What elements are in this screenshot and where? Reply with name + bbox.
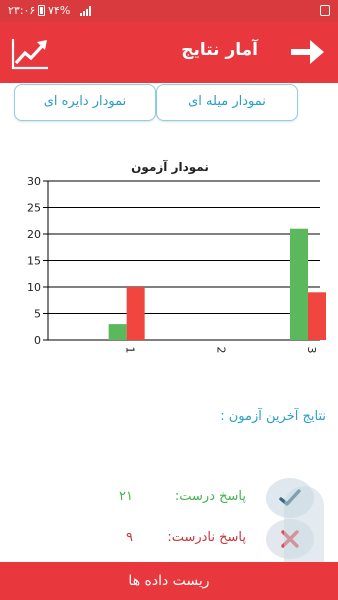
bar-series-1-cat-3 bbox=[290, 228, 308, 340]
tab-bar-chart[interactable]: نمودار میله ای bbox=[156, 84, 298, 121]
wrong-value: ۹ bbox=[126, 530, 133, 545]
y-tick-label: 25 bbox=[27, 202, 41, 215]
page-title: آمار نتایج bbox=[181, 40, 258, 60]
app-bar: آمار نتایج bbox=[0, 22, 338, 83]
bar-chart: نمودار آزمون 0 5 10 15 20 25 30 1 2 3 bbox=[27, 159, 326, 354]
y-tick-label: 30 bbox=[27, 175, 41, 188]
y-tick-label: 10 bbox=[27, 281, 41, 294]
status-battery: ۷۴% bbox=[48, 4, 71, 17]
status-bar: ۲۳:۰۶ ۷۴% bbox=[0, 0, 338, 22]
bar-series-2-cat-1 bbox=[126, 287, 145, 340]
y-tick-label: 0 bbox=[34, 334, 41, 347]
y-tick-label: 5 bbox=[34, 308, 41, 321]
bar-series-1-cat-1 bbox=[108, 324, 127, 340]
x-tick-label: 2 bbox=[214, 347, 227, 354]
trend-chart-icon[interactable] bbox=[10, 37, 50, 71]
correct-value: ۲۱ bbox=[119, 489, 133, 504]
tab-pie-chart[interactable]: نمودار دایره ای bbox=[14, 84, 156, 121]
wrong-label: پاسخ نادرست: bbox=[167, 530, 246, 545]
arrow-right-icon[interactable] bbox=[288, 35, 326, 69]
x-tick-label: 1 bbox=[124, 347, 137, 354]
correct-label: پاسخ درست: bbox=[174, 489, 246, 504]
chart-title: نمودار آزمون bbox=[131, 159, 209, 175]
signal-icon bbox=[80, 6, 92, 16]
x-tick-label: 3 bbox=[305, 347, 318, 354]
y-tick-label: 15 bbox=[27, 255, 41, 268]
notification-icon bbox=[320, 5, 330, 16]
reset-data-button[interactable]: ریست داده ها bbox=[0, 562, 338, 600]
bar-series-2-cat-3 bbox=[308, 292, 326, 340]
results-title: نتایج آخرین آزمون : bbox=[220, 409, 326, 424]
battery-icon bbox=[38, 5, 45, 16]
y-tick-label: 20 bbox=[27, 228, 41, 241]
status-time: ۲۳:۰۶ bbox=[8, 4, 36, 17]
